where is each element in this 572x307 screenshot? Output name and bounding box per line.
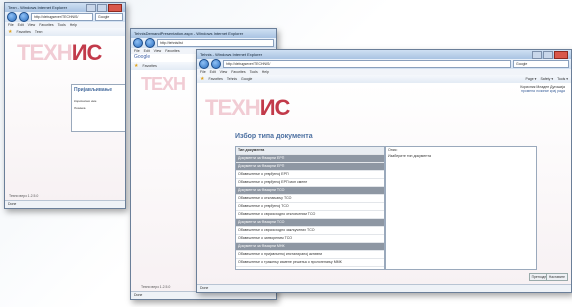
menu-tools[interactable]: Tools <box>58 22 66 28</box>
maximize-button[interactable] <box>543 50 553 59</box>
forward-button[interactable] <box>145 38 155 48</box>
menu-help[interactable]: Help <box>262 69 269 75</box>
forward-button[interactable] <box>19 12 29 22</box>
window-title: Tehnis - Windows Internet Explorer <box>200 52 263 57</box>
search-input[interactable]: Google <box>513 60 569 68</box>
user-links[interactable]: промена лозинке крај рада <box>520 89 565 93</box>
address-bar: http://tehnis/tst <box>131 38 276 48</box>
minimize-button[interactable] <box>86 3 96 12</box>
address-input[interactable]: http://debugsever/TECHNIS/ <box>31 13 93 21</box>
list-header: Тип документа <box>236 147 384 155</box>
search-input[interactable]: Google <box>95 13 123 21</box>
logo: ТЕХНИС <box>17 40 102 65</box>
panel-title: Пријављивање <box>74 87 112 93</box>
title-bar: TehnisDemandPresentation.aspx - Windows … <box>131 29 276 38</box>
group-row: Документи за Фазарни ТСО <box>236 219 384 227</box>
status-bar: Done <box>5 200 125 208</box>
document-row[interactable]: Обавештење о пријављеној инсталираној ак… <box>236 251 384 259</box>
version-text: Техни верз 1.2.5.0 <box>141 285 171 289</box>
menu-favorites[interactable]: Favorites <box>231 69 245 75</box>
menu-file[interactable]: File <box>200 69 206 75</box>
document-type-list: Тип документа Документи за Фазарни ЕРП До… <box>235 146 385 270</box>
tab-label[interactable]: Техн <box>35 30 43 34</box>
star-icon[interactable]: ★ <box>200 76 204 82</box>
document-row[interactable]: Обавештење о утврђеној ЕРП мон смене <box>236 179 384 187</box>
title-bar: Техн - Windows Internet Explorer <box>5 3 125 12</box>
logo: ТЕХНИС <box>205 95 290 120</box>
title-bar: Tehnis - Windows Internet Explorer <box>197 50 571 59</box>
group-row: Документи за Фазарни ТСО <box>236 187 384 195</box>
menu-tools[interactable]: Tools <box>250 69 258 75</box>
menu-edit[interactable]: Edit <box>18 22 24 28</box>
window-title: Техн - Windows Internet Explorer <box>8 5 68 10</box>
document-row[interactable]: Обавештење о утврђеној ЕРП <box>236 171 384 179</box>
tools-menu[interactable]: Tools ▾ <box>557 77 568 81</box>
address-bar: http://debugsever/TECHNIS/ Google <box>197 59 571 69</box>
back-button[interactable] <box>133 38 143 48</box>
browser-window-1: Техн - Windows Internet Explorer http://… <box>4 2 126 209</box>
forward-button[interactable] <box>211 59 221 69</box>
document-row[interactable]: Обавештење о сврсисходно закључених ТСО <box>236 227 384 235</box>
next-button[interactable]: Наставите <box>545 273 568 281</box>
maximize-button[interactable] <box>97 3 107 12</box>
page-content: ТЕХНИС Пријављивање Корисничко име Лозин… <box>5 36 125 201</box>
group-row: Документи за Фазарни ЕРП <box>236 155 384 163</box>
description-text: Изаберите тип документа <box>388 154 431 158</box>
favorites-label[interactable]: Favorites <box>142 64 156 68</box>
menu-view[interactable]: View <box>28 22 36 28</box>
password-label: Лозинка <box>74 106 86 110</box>
back-button[interactable] <box>7 12 17 22</box>
safety-menu[interactable]: Safety ▾ <box>540 77 553 81</box>
page-menu[interactable]: Page ▾ <box>526 77 537 81</box>
star-icon[interactable]: ★ <box>8 29 12 35</box>
star-icon[interactable]: ★ <box>134 63 138 69</box>
description-panel: Опис: Изаберите тип документа <box>385 146 537 270</box>
back-button[interactable] <box>199 59 209 69</box>
close-button[interactable] <box>554 50 568 59</box>
document-row[interactable]: Обавештење о затвореним ТСО <box>236 235 384 243</box>
window-title: TehnisDemandPresentation.aspx - Windows … <box>134 31 244 36</box>
menu-file[interactable]: File <box>8 22 14 28</box>
minimize-button[interactable] <box>532 50 542 59</box>
user-info: Корисник Младен Дугошија промена лозинке… <box>520 85 565 93</box>
address-input[interactable]: http://tehnis/tst <box>157 39 274 47</box>
menu-edit[interactable]: Edit <box>210 69 216 75</box>
page-content: ТЕХНИС Корисник Младен Дугошија промена … <box>197 83 571 285</box>
document-row[interactable]: Обавештење о тражењу измене решења о про… <box>236 259 384 267</box>
google-label[interactable]: Google <box>241 77 252 81</box>
version-text: Техни верз 1.2.5.0 <box>9 194 39 198</box>
menu-view[interactable]: View <box>154 48 162 54</box>
username-label: Корисничко име <box>74 99 97 103</box>
tab-label[interactable]: Tehnis <box>227 77 237 81</box>
group-row: Документи за Фазарни ЕРП <box>236 163 384 171</box>
panel-title: Избор типа документа <box>235 133 313 140</box>
browser-window-3: Tehnis - Windows Internet Explorer http:… <box>196 49 572 293</box>
logo: ТЕХН <box>141 74 186 94</box>
group-row: Документи за Фазарни МНК <box>236 243 384 251</box>
favorites-label[interactable]: Favorites <box>16 30 30 34</box>
login-panel: Пријављивање Корисничко име Лозинка <box>71 84 125 132</box>
status-bar: Done <box>197 284 571 292</box>
menu-help[interactable]: Help <box>70 22 77 28</box>
favorites-label[interactable]: Favorites <box>208 77 222 81</box>
document-row[interactable]: Обавештење о отклањању ТСО <box>236 195 384 203</box>
address-bar: http://debugsever/TECHNIS/ Google <box>5 12 125 22</box>
close-button[interactable] <box>108 3 122 12</box>
menu-view[interactable]: View <box>220 69 228 75</box>
menu-favorites[interactable]: Favorites <box>165 48 179 54</box>
address-input[interactable]: http://debugsever/TECHNIS/ <box>223 60 511 68</box>
menu-favorites[interactable]: Favorites <box>39 22 53 28</box>
document-row[interactable]: Обавештење о утврђеној ТСО <box>236 203 384 211</box>
document-row[interactable]: Обавештење о сврсисходно отклоњеним ТСО <box>236 211 384 219</box>
rows-container: Документи за Фазарни ЕРП Документи за Фаз… <box>236 155 384 267</box>
